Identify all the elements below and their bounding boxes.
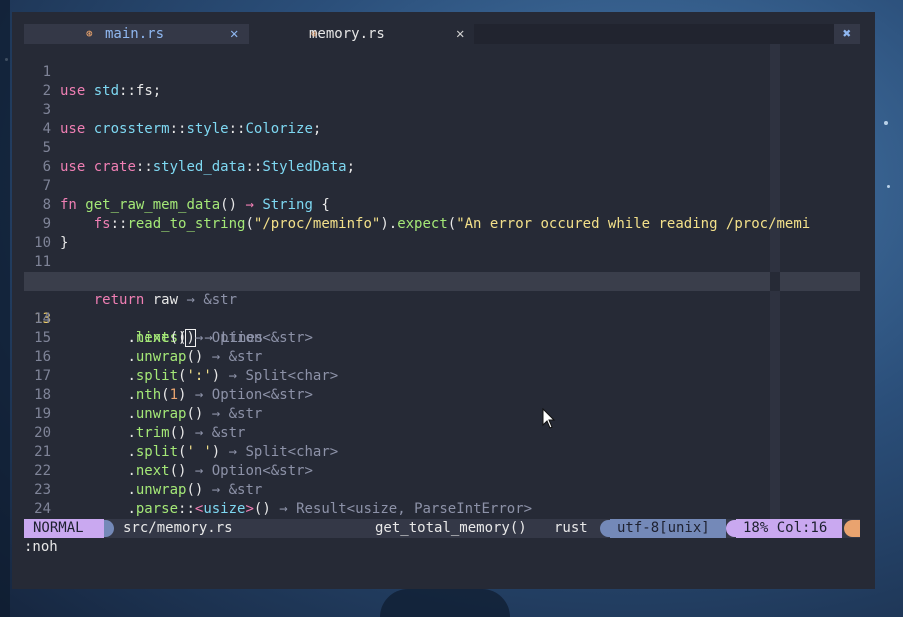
background-star (887, 185, 890, 188)
code-line: 6 (24, 139, 860, 175)
tabline: ⊛ main.rs ✕ ⊛ memory.rs ✕ ✖ (24, 24, 860, 44)
file-path: src/memory.rs (123, 520, 233, 536)
tab-memory-rs[interactable]: ⊛ memory.rs ✕ (249, 24, 474, 44)
statusline-end-cap (844, 520, 860, 537)
code-line: 19 .trim() → &str (24, 386, 860, 441)
mode-indicator: NORMAL (24, 519, 104, 538)
code-line: 7 fn get_raw_mem_data() → String { (24, 158, 860, 213)
position-separator (726, 520, 736, 537)
code-line: 4 (24, 101, 860, 137)
code-line: 25 } (24, 500, 860, 519)
close-all-icon[interactable]: ✖ (834, 24, 860, 44)
code-line: 3 use crossterm::style::Colorize; (24, 82, 860, 137)
mouse-pointer-icon (542, 408, 556, 429)
cursor-position: 18% Col:16 (736, 519, 842, 538)
code-line: 23 .parse::<usize>() → Result<usize, Par… (24, 462, 860, 517)
tabline-fill (474, 24, 834, 44)
code-line: 20 .split(' ') → Split<char> (24, 405, 860, 460)
rust-file-icon: ⊛ (86, 27, 93, 40)
command-line[interactable]: :noh (24, 538, 860, 557)
tab-label: memory.rs (309, 26, 385, 42)
code-line: 10 (24, 215, 860, 251)
current-function: get_total_memory() (375, 520, 527, 536)
code-line: 24 .unwrap(); (24, 481, 860, 517)
code-line: 17 .nth(1) → Option<&str> (24, 348, 860, 403)
background-star (884, 121, 888, 125)
background-rock (380, 589, 510, 617)
code-line: 8 fs::read_to_string("/proc/meminfo").ex… (24, 177, 860, 232)
terminal-window: ⊛ main.rs ✕ ⊛ memory.rs ✕ ✖ 1 use std::f… (12, 12, 875, 589)
code-line: 18 .unwrap() → &str (24, 367, 860, 422)
code-line: 11 fn get_total_memory(raw: &str) → usiz… (24, 234, 860, 289)
close-icon[interactable]: ✕ (230, 24, 238, 44)
code-line: 12 return raw → &str (24, 253, 860, 308)
code-line: 2 (24, 63, 860, 99)
file-type: rust (554, 520, 588, 536)
close-icon[interactable]: ✕ (456, 24, 464, 44)
code-line: 1 use std::fs; (24, 44, 860, 99)
color-column-gap (770, 272, 780, 291)
tab-label: main.rs (105, 26, 165, 42)
file-encoding: utf-8[unix] (610, 519, 726, 538)
code-line: 14 .next() → Option<&str> (24, 291, 860, 346)
background-tree (0, 0, 10, 617)
encoding-separator (600, 520, 610, 537)
statusline: NORMAL src/memory.rs get_total_memory() … (24, 519, 860, 538)
code-line: 5 use crate::styled_data::StyledData; (24, 120, 860, 175)
code-line: 9 } (24, 196, 860, 251)
mode-separator (104, 520, 114, 537)
editor-buffer[interactable]: 1 use std::fs; 2 3 use crossterm::style:… (24, 44, 860, 519)
tab-main-rs[interactable]: ⊛ main.rs ✕ (24, 24, 251, 44)
code-line: 16 .split(':') → Split<char> (24, 329, 860, 384)
code-line: 15 .unwrap() → &str (24, 310, 860, 365)
current-code-line: 13 .lines() → Lines (24, 272, 860, 347)
code-line: 22 .unwrap() → &str (24, 443, 860, 498)
code-line: 21 .next() → Option<&str> (24, 424, 860, 479)
